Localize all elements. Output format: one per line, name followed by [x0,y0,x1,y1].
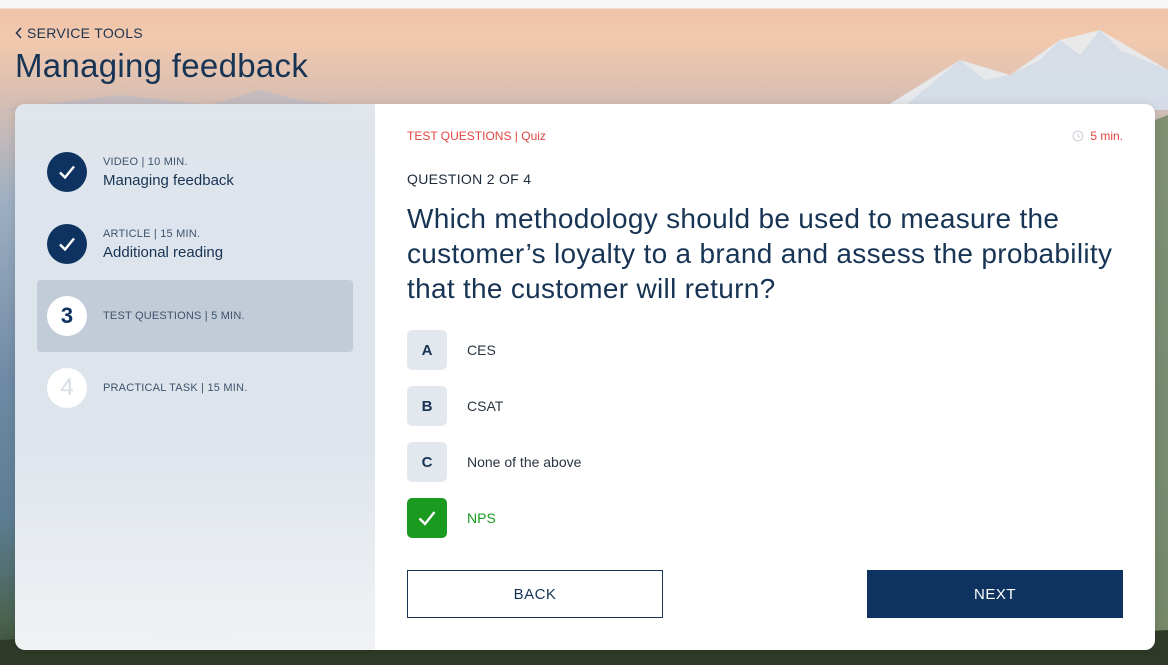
lesson-steps-sidebar: VIDEO | 10 MIN. Managing feedback ARTICL… [15,104,375,650]
question-text: Which methodology should be used to meas… [407,203,1113,304]
answer-options: A CES B CSAT C None of the above NPS [407,330,581,554]
answer-option-selected[interactable]: NPS [407,498,581,538]
step-number-badge: 4 [47,368,87,408]
step-meta: VIDEO | 10 MIN. [103,155,188,168]
step-number-badge: 3 [47,296,87,336]
option-label: CSAT [467,398,504,414]
quiz-panel: TEST QUESTIONS | Quiz 5 min. QUESTION 2 … [375,104,1155,650]
chevron-left-icon [15,27,22,39]
answer-option-a[interactable]: A CES [407,330,581,370]
back-button[interactable]: BACK [407,570,663,618]
step-number: 4 [60,374,74,401]
back-link-label: SERVICE TOOLS [27,25,143,41]
selected-option-key [407,498,447,538]
checkmark-icon [418,511,436,526]
step-complete-badge [47,224,87,264]
page-title: Managing feedback [15,47,309,84]
answer-option-b[interactable]: B CSAT [407,386,581,426]
clock-icon [1072,130,1084,142]
step-meta: ARTICLE | 15 MIN. [103,227,201,240]
step-video[interactable]: VIDEO | 10 MIN. Managing feedback [37,136,353,208]
lesson-card: VIDEO | 10 MIN. Managing feedback ARTICL… [15,104,1155,650]
option-key: B [407,386,447,426]
option-label: CES [467,342,496,358]
question-counter: QUESTION 2 OF 4 [407,171,532,187]
quiz-breadcrumb: TEST QUESTIONS | Quiz [407,129,546,143]
timer-label: 5 min. [1090,129,1123,143]
step-title: Managing feedback [103,171,234,189]
back-to-service-tools-link[interactable]: SERVICE TOOLS [15,25,308,41]
step-title: Additional reading [103,243,224,261]
step-complete-badge [47,152,87,192]
step-test-questions[interactable]: 3 TEST QUESTIONS | 5 MIN. [37,280,353,352]
quiz-timer: 5 min. [1072,129,1123,143]
option-label: NPS [467,510,496,526]
answer-option-c[interactable]: C None of the above [407,442,581,482]
step-article[interactable]: ARTICLE | 15 MIN. Additional reading [37,208,353,280]
step-number: 3 [60,303,74,328]
checkmark-icon [59,165,75,180]
option-label: None of the above [467,454,582,470]
option-key: C [407,442,447,482]
step-meta: TEST QUESTIONS | 5 MIN. [103,310,245,322]
checkmark-icon [59,237,75,252]
step-practical-task[interactable]: 4 PRACTICAL TASK | 15 MIN. [37,352,353,424]
step-meta: PRACTICAL TASK | 15 MIN. [103,382,248,394]
page-header: SERVICE TOOLS Managing feedback [15,25,308,85]
option-key: A [407,330,447,370]
next-button[interactable]: NEXT [867,570,1123,618]
